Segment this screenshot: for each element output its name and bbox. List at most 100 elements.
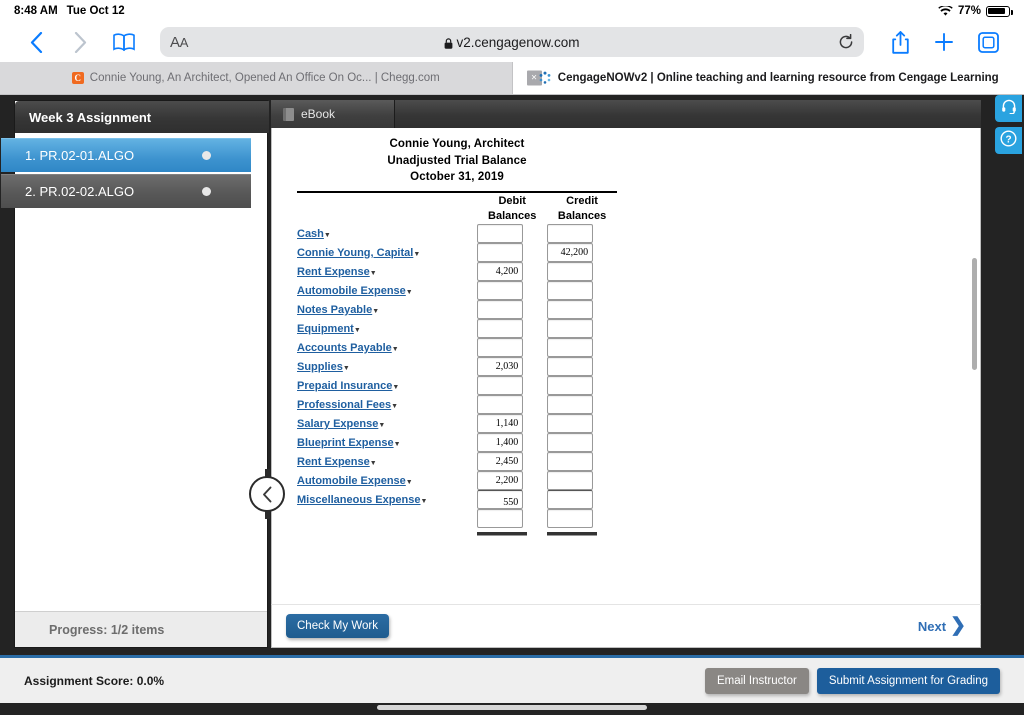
credit-input[interactable]: [547, 394, 594, 414]
sidebar-item-pr-02-01[interactable]: 1. PR.02-01.ALGO: [1, 138, 251, 172]
content-tab-strip: eBook: [271, 100, 981, 128]
debit-input[interactable]: 1,400: [477, 432, 524, 452]
vertical-scrollbar[interactable]: [972, 258, 977, 370]
account-select[interactable]: Prepaid Insurance: [297, 380, 392, 392]
credit-input[interactable]: [547, 413, 594, 433]
cengage-favicon: [538, 71, 552, 85]
debit-input[interactable]: 4,200: [477, 261, 524, 281]
debit-input[interactable]: 2,200: [477, 470, 524, 490]
ios-status-bar: 8:48 AM Tue Oct 12 77%: [0, 0, 1024, 22]
tab-ebook[interactable]: eBook: [271, 100, 395, 128]
account-cell: Equipment▼: [297, 319, 477, 338]
debit-header-line2: Balances: [488, 209, 537, 222]
debit-input[interactable]: [477, 223, 524, 243]
credit-input[interactable]: 42,200: [547, 242, 594, 262]
debit-input[interactable]: [477, 242, 524, 262]
debit-input[interactable]: 2,030: [477, 356, 524, 376]
scroll-area[interactable]: Connie Young, Architect Unadjusted Trial…: [272, 128, 980, 604]
help-button[interactable]: ?: [995, 127, 1022, 154]
debit-input[interactable]: 1,140: [477, 413, 524, 433]
account-cell: Supplies▼: [297, 357, 477, 376]
debit-cell: 2,030: [477, 356, 547, 376]
submit-assignment-button[interactable]: Submit Assignment for Grading: [816, 667, 1000, 694]
debit-cell: [477, 280, 547, 300]
credit-input[interactable]: [547, 489, 594, 509]
browser-tab-cengage[interactable]: × CengageNOWv2 | Online teaching and lea…: [512, 62, 1024, 94]
account-select[interactable]: Connie Young, Capital: [297, 247, 413, 259]
account-select[interactable]: Rent Expense: [297, 266, 370, 278]
debit-input[interactable]: [477, 375, 524, 395]
home-indicator[interactable]: [377, 705, 647, 710]
account-select[interactable]: Equipment: [297, 323, 354, 335]
next-button[interactable]: Next ❯: [918, 616, 966, 635]
url-text: v2.cengagenow.com: [456, 34, 580, 50]
account-select[interactable]: Supplies: [297, 361, 343, 373]
back-button[interactable]: [14, 25, 58, 59]
credit-cell: [547, 337, 617, 357]
app-frame: Week 3 Assignment 1. PR.02-01.ALGO 2. PR…: [0, 95, 1024, 655]
debit-input[interactable]: 550: [477, 489, 524, 509]
credit-input[interactable]: [547, 299, 594, 319]
email-instructor-button[interactable]: Email Instructor: [704, 667, 809, 694]
credit-input[interactable]: [547, 470, 594, 490]
battery-icon: [986, 5, 1013, 17]
book-icon[interactable]: [102, 25, 146, 59]
tab-title: CengageNOWv2 | Online teaching and learn…: [557, 72, 999, 84]
collapse-sidebar-button[interactable]: [249, 469, 285, 519]
credit-input[interactable]: [547, 318, 594, 338]
address-bar[interactable]: AAAA v2.cengagenow.com: [160, 27, 864, 57]
account-cell: Miscellaneous Expense▼: [297, 490, 477, 509]
account-select[interactable]: Rent Expense: [297, 456, 370, 468]
account-select[interactable]: Salary Expense: [297, 418, 378, 430]
double-underline: [477, 530, 528, 533]
debit-input[interactable]: [477, 394, 524, 414]
account-select[interactable]: Blueprint Expense: [297, 437, 394, 449]
text-size-button[interactable]: AAAA: [170, 34, 188, 51]
chevron-down-icon: ▼: [342, 365, 350, 372]
credit-input[interactable]: [547, 261, 594, 281]
chevron-down-icon: ▼: [353, 327, 361, 334]
credit-input[interactable]: [547, 280, 594, 300]
tabs-icon[interactable]: [966, 25, 1010, 59]
debit-input[interactable]: 2,450: [477, 451, 524, 471]
browser-tab-chegg[interactable]: C Connie Young, An Architect, Opened An …: [0, 62, 513, 94]
account-select[interactable]: Professional Fees: [297, 399, 391, 411]
forward-button[interactable]: [58, 25, 102, 59]
account-select[interactable]: Miscellaneous Expense: [297, 494, 421, 506]
debit-input[interactable]: [477, 318, 524, 338]
plus-icon[interactable]: [922, 25, 966, 59]
reload-icon[interactable]: [838, 34, 854, 50]
account-select[interactable]: Automobile Expense: [297, 285, 406, 297]
credit-input[interactable]: [547, 375, 594, 395]
total-credit-input[interactable]: [547, 508, 594, 528]
share-icon[interactable]: [878, 25, 922, 59]
account-select[interactable]: Cash: [297, 228, 324, 240]
credit-cell: [547, 451, 617, 471]
question-footer: Check My Work Next ❯: [271, 604, 981, 648]
credit-input[interactable]: [547, 356, 594, 376]
credit-input[interactable]: [547, 451, 594, 471]
total-debit-input[interactable]: [477, 508, 524, 528]
check-my-work-button[interactable]: Check My Work: [286, 614, 389, 638]
debit-input[interactable]: [477, 280, 524, 300]
account-cell: Accounts Payable▼: [297, 338, 477, 357]
company-name: Connie Young, Architect: [389, 138, 525, 150]
support-button[interactable]: [995, 95, 1022, 122]
credit-cell: [547, 223, 617, 243]
account-select[interactable]: Accounts Payable: [297, 342, 392, 354]
tab-label: eBook: [301, 107, 336, 121]
account-select[interactable]: Automobile Expense: [297, 475, 406, 487]
account-select[interactable]: Notes Payable: [297, 304, 372, 316]
debit-input[interactable]: [477, 299, 524, 319]
trial-balance-sheet: Connie Young, Architect Unadjusted Trial…: [297, 136, 617, 533]
account-cell: Cash▼: [297, 224, 477, 243]
debit-input[interactable]: [477, 337, 524, 357]
chevron-down-icon: ▼: [413, 251, 421, 258]
credit-input[interactable]: [547, 223, 594, 243]
credit-input[interactable]: [547, 337, 594, 357]
account-column-header: [297, 194, 477, 224]
sidebar-item-pr-02-02[interactable]: 2. PR.02-02.ALGO: [1, 174, 251, 208]
debit-cell: [477, 299, 547, 319]
table-row: Rent Expense▼ 4,200: [297, 261, 617, 281]
credit-input[interactable]: [547, 432, 594, 452]
